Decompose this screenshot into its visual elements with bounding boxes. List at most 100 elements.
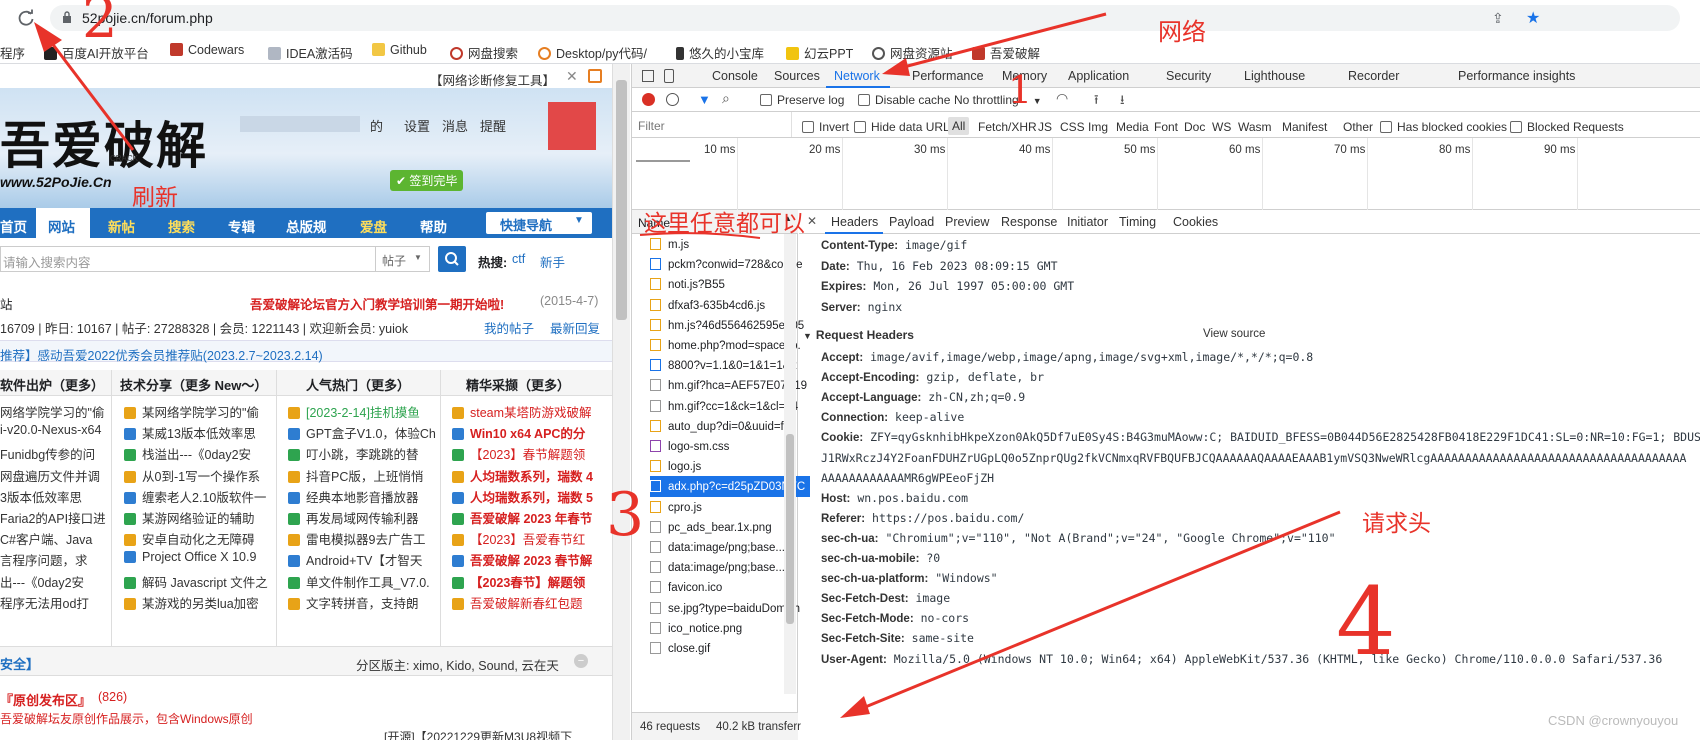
thread-item[interactable]: i-v20.0-Nexus-x64 xyxy=(0,423,108,437)
type-filter[interactable]: Img xyxy=(1088,120,1108,134)
star-icon[interactable]: ★ xyxy=(1526,8,1540,28)
bookmark-item[interactable]: Codewars xyxy=(170,43,244,57)
thread-item[interactable]: 出---《0day2安 xyxy=(0,572,108,591)
type-filter[interactable]: JS xyxy=(1038,120,1052,134)
record-icon[interactable] xyxy=(642,93,655,106)
close-icon[interactable]: ✕ xyxy=(807,214,817,228)
device-toolbar-icon[interactable] xyxy=(664,69,674,83)
thread-item[interactable]: 文字转拼音，支持朗 xyxy=(288,593,436,612)
thread-item[interactable]: 某威13版本低效率思 xyxy=(124,423,272,442)
notice-link[interactable]: 吾爱破解论坛官方入门教学培训第一期开始啦! xyxy=(250,294,504,313)
devtools-tab[interactable]: Lighthouse xyxy=(1244,69,1305,83)
thread-item[interactable]: 吾爱破解 2023 春节解 xyxy=(452,550,608,569)
export-icon[interactable]: ⭳ xyxy=(1120,91,1125,113)
latest-replies-link[interactable]: 最新回复 xyxy=(550,318,600,337)
column-header[interactable]: 精华采撷（更多） xyxy=(466,375,570,394)
refresh-icon[interactable] xyxy=(16,8,36,28)
thread-item[interactable]: [2023-2-14]挂机摸鱼 xyxy=(288,402,436,421)
bookmark-item[interactable]: 网盘搜索 xyxy=(450,43,518,62)
nav-item[interactable]: 首页 xyxy=(0,216,27,236)
disable-cache-checkbox[interactable]: Disable cache xyxy=(858,93,950,107)
nav-item[interactable]: 爱盘 xyxy=(360,216,387,236)
import-icon[interactable]: ⭱ xyxy=(1094,91,1099,113)
thread-item[interactable]: Android+TV【才智天 xyxy=(288,550,436,569)
type-filter-all[interactable]: All xyxy=(948,117,970,135)
type-filter[interactable]: Doc xyxy=(1184,120,1205,134)
signin-badge[interactable]: ✔ 签到完毕 xyxy=(390,170,464,191)
hide-data-urls-checkbox[interactable]: Hide data URLs xyxy=(854,120,956,134)
wifi-icon[interactable]: ◠ xyxy=(1056,90,1068,107)
thread-link[interactable]: [开源]【20221229更新M3U8视频下 xyxy=(384,728,572,740)
devtools-tab[interactable]: Console xyxy=(712,69,758,83)
nav-item[interactable]: 专辑 xyxy=(228,216,255,236)
user-link[interactable]: 设置 xyxy=(404,116,430,135)
thread-item[interactable]: 某游网络验证的辅助 xyxy=(124,508,272,527)
type-filter[interactable]: Wasm xyxy=(1238,120,1272,134)
preserve-log-checkbox[interactable]: Preserve log xyxy=(760,93,844,107)
collapse-icon[interactable]: − xyxy=(574,654,588,668)
thread-item[interactable]: 经典本地影音播放器 xyxy=(288,487,436,506)
type-filter[interactable]: Manifest xyxy=(1282,120,1327,134)
clear-icon[interactable] xyxy=(666,93,679,106)
devtools-tab[interactable]: Recorder xyxy=(1348,69,1399,83)
quick-nav-button[interactable]: 快捷导航 ▼ xyxy=(486,212,592,234)
thread-item[interactable]: GPT盒子V1.0，体验Ch xyxy=(288,423,436,442)
bookmark-item[interactable]: 幻云PPT xyxy=(786,43,853,62)
detail-tab[interactable]: Response xyxy=(1001,215,1057,229)
close-icon[interactable]: ✕ xyxy=(566,68,578,85)
thread-item[interactable]: 言程序问题，求 xyxy=(0,550,108,569)
timeline-overview[interactable]: 10 ms 20 ms 30 ms 40 ms 50 ms 60 ms 70 ms 80 ms… xyxy=(632,138,1700,210)
thread-item[interactable]: 栈溢出---《0day2安 xyxy=(124,444,272,463)
devtools-tab[interactable]: Security xyxy=(1166,69,1211,83)
thread-item[interactable]: 从0到-1写一个操作系 xyxy=(124,466,272,485)
column-header[interactable]: 人气热门（更多） xyxy=(306,375,410,394)
thread-item[interactable]: 再发局域网传输利器 xyxy=(288,508,436,527)
my-posts-link[interactable]: 我的帖子 xyxy=(484,318,534,337)
address-bar[interactable]: 52pojie.cn/forum.php ⇪ ★ xyxy=(50,5,1680,31)
page-scrollbar[interactable] xyxy=(612,64,630,740)
nav-item[interactable]: 帮助 xyxy=(420,216,447,236)
filter-icon[interactable]: ▼ xyxy=(698,92,711,107)
devtools-tab[interactable]: Application xyxy=(1068,69,1129,83)
type-filter[interactable]: Other xyxy=(1343,120,1373,134)
bookmark-item[interactable]: 吾爱破解 xyxy=(972,43,1040,62)
hot-term[interactable]: ctf xyxy=(512,252,525,266)
thread-item[interactable]: 某网络学院学习的"偷 xyxy=(124,402,272,421)
scrollbar-thumb[interactable] xyxy=(786,434,794,624)
column-header[interactable]: 技术分享（更多 New～） xyxy=(120,375,267,394)
bookmark-item[interactable]: 网盘资源站 xyxy=(872,43,953,62)
thread-item[interactable]: 解码 Javascript 文件之 xyxy=(124,572,272,591)
thread-item[interactable]: 缠索老人2.10版软件一 xyxy=(124,487,272,506)
detail-tab[interactable]: Preview xyxy=(945,215,989,229)
thread-item[interactable]: 抖音PC版，上班悄悄 xyxy=(288,466,436,485)
thread-item[interactable]: 3版本低效率思 xyxy=(0,487,108,506)
search-icon[interactable]: ⌕ xyxy=(722,90,730,107)
release-forum-link[interactable]: 『原创发布区』 xyxy=(0,690,91,709)
column-header[interactable]: 软件出炉（更多） xyxy=(0,375,104,394)
hot-term[interactable]: 新手 xyxy=(540,252,565,271)
thread-item[interactable]: 吾爱破解 2023 年春节 xyxy=(452,508,608,527)
nav-item-active[interactable]: 网站 xyxy=(36,208,90,238)
avatar[interactable] xyxy=(548,102,596,150)
detail-tab[interactable]: Timing xyxy=(1119,215,1156,229)
bookmark-item[interactable]: Desktop/py代码/ xyxy=(538,43,647,62)
request-headers-title[interactable]: ▼ Request Headers xyxy=(803,328,914,342)
thread-item[interactable]: 程序无法用od打 xyxy=(0,593,108,612)
bookmark-item[interactable]: IDEA激活码 xyxy=(268,43,353,62)
devtools-tab[interactable]: Performance xyxy=(912,69,984,83)
blocked-requests-checkbox[interactable]: Blocked Requests xyxy=(1510,120,1624,134)
top-note[interactable]: 【网络诊断修复工具】 xyxy=(430,70,555,89)
thread-item[interactable]: 吾爱破解新春红包题 xyxy=(452,593,608,612)
thread-item[interactable]: Project Office X 10.9 xyxy=(124,550,272,564)
bookmark-item[interactable]: 悠久的小宝库 xyxy=(676,43,764,62)
user-link[interactable]: 的 xyxy=(370,116,383,135)
thread-item[interactable]: Faria2的API接口进 xyxy=(0,508,108,527)
devtools-tab[interactable]: Performance insights xyxy=(1458,69,1575,83)
type-filter[interactable]: Media xyxy=(1116,120,1149,134)
invert-checkbox[interactable]: Invert xyxy=(802,120,849,134)
detail-tab[interactable]: Initiator xyxy=(1067,215,1108,229)
detail-tab-active[interactable]: Headers xyxy=(831,215,878,229)
nav-item[interactable]: 总版规 xyxy=(286,216,327,236)
devtools-tab[interactable]: Sources xyxy=(774,69,820,83)
devtools-tab-active[interactable]: Network xyxy=(834,69,880,83)
